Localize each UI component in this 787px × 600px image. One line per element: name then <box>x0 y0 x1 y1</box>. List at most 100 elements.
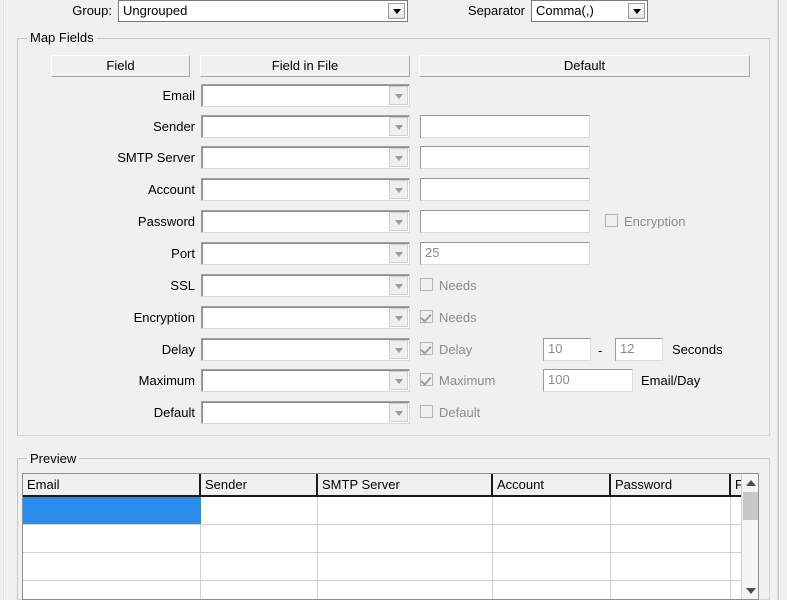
preview-cell-smtp-server-3[interactable] <box>318 581 493 599</box>
preview-grid-header: Email Sender SMTP Server Account Passwor… <box>23 474 758 497</box>
field-label-delay: Delay <box>161 342 195 357</box>
field-combobox-default[interactable] <box>201 401 410 424</box>
checkbox-label-needs-ssl: Needs <box>439 278 477 293</box>
default-input-password[interactable] <box>420 210 590 233</box>
table-row[interactable] <box>23 525 758 553</box>
preview-group-title: Preview <box>27 452 80 466</box>
checkbox-needs-encryption[interactable] <box>420 310 433 323</box>
field-label-encryption: Encryption <box>133 310 195 325</box>
preview-cell-smtp-server-1[interactable] <box>318 525 493 552</box>
field-combobox-maximum-button[interactable] <box>389 371 408 390</box>
checkbox-label-default: Default <box>439 405 481 420</box>
checkbox-needs-ssl[interactable] <box>420 278 433 291</box>
chevron-down-icon <box>394 315 403 321</box>
scroll-down-arrow-icon[interactable] <box>742 582 758 599</box>
default-input-smtp-server[interactable] <box>420 146 590 169</box>
checkbox-encryption-password[interactable] <box>605 214 618 227</box>
header-button-field[interactable]: Field <box>51 55 190 77</box>
separator-combobox-button[interactable] <box>628 3 645 19</box>
preview-cell-email-0[interactable] <box>23 497 201 524</box>
field-combobox-password[interactable] <box>201 210 410 233</box>
separator-combobox[interactable]: Comma(,) <box>531 0 648 22</box>
preview-cell-sender-3[interactable] <box>201 581 318 599</box>
preview-column-header-password[interactable]: Password <box>611 474 731 495</box>
chevron-down-icon <box>394 187 403 193</box>
preview-vertical-scrollbar[interactable] <box>741 474 758 599</box>
chevron-down-icon <box>392 9 401 14</box>
chevron-down-icon <box>632 9 641 14</box>
scroll-up-arrow-icon[interactable] <box>742 474 758 491</box>
checkbox-default[interactable] <box>420 405 433 418</box>
field-combobox-encryption[interactable] <box>201 306 410 329</box>
default-input-port[interactable]: 25 <box>420 242 590 265</box>
field-combobox-port-button[interactable] <box>389 244 408 263</box>
preview-column-header-account[interactable]: Account <box>493 474 611 495</box>
preview-cell-password-0[interactable] <box>611 497 731 524</box>
preview-cell-smtp-server-2[interactable] <box>318 553 493 580</box>
preview-cell-sender-2[interactable] <box>201 553 318 580</box>
field-combobox-email[interactable] <box>201 84 410 107</box>
preview-cell-email-1[interactable] <box>23 525 201 552</box>
preview-cell-account-1[interactable] <box>493 525 611 552</box>
field-combobox-account[interactable] <box>201 178 410 201</box>
field-label-port: Port <box>171 246 195 261</box>
preview-cell-smtp-server-0[interactable] <box>318 497 493 524</box>
field-combobox-delay[interactable] <box>201 338 410 361</box>
scrollbar-thumb[interactable] <box>743 492 758 520</box>
preview-cell-password-3[interactable] <box>611 581 731 599</box>
default-input-account[interactable] <box>420 178 590 201</box>
checkbox-maximum[interactable] <box>420 373 433 386</box>
field-combobox-password-button[interactable] <box>389 212 408 231</box>
table-row[interactable] <box>23 553 758 581</box>
delay-from-value: 10 <box>548 341 563 356</box>
preview-cell-password-2[interactable] <box>611 553 731 580</box>
field-combobox-encryption-button[interactable] <box>389 308 408 327</box>
field-combobox-account-button[interactable] <box>389 180 408 199</box>
field-combobox-email-button[interactable] <box>389 86 408 105</box>
field-combobox-sender-button[interactable] <box>389 117 408 136</box>
field-combobox-ssl[interactable] <box>201 274 410 297</box>
field-combobox-smtp-server[interactable] <box>201 146 410 169</box>
delay-units-label: Seconds <box>672 342 723 357</box>
preview-cell-account-0[interactable] <box>493 497 611 524</box>
checkbox-delay[interactable] <box>420 342 433 355</box>
preview-cell-email-2[interactable] <box>23 553 201 580</box>
maximum-input[interactable]: 100 <box>543 369 633 392</box>
preview-cell-account-3[interactable] <box>493 581 611 599</box>
group-combobox[interactable]: Ungrouped <box>118 0 408 22</box>
preview-column-header-email[interactable]: Email <box>23 474 201 495</box>
checkbox-label-delay: Delay <box>439 342 473 357</box>
field-combobox-delay-button[interactable] <box>389 340 408 359</box>
window-right-edge-c <box>779 0 780 600</box>
preview-column-header-smtp-server[interactable]: SMTP Server <box>318 474 493 495</box>
field-combobox-smtp-server-button[interactable] <box>389 148 408 167</box>
field-combobox-port[interactable] <box>201 242 410 265</box>
preview-cell-sender-1[interactable] <box>201 525 318 552</box>
separator-combobox-value: Comma(,) <box>536 3 594 18</box>
delay-from-input[interactable]: 10 <box>543 338 591 361</box>
field-combobox-ssl-button[interactable] <box>389 276 408 295</box>
preview-grid[interactable]: Email Sender SMTP Server Account Passwor… <box>22 473 759 600</box>
header-button-field-in-file[interactable]: Field in File <box>200 55 410 77</box>
preview-cell-account-2[interactable] <box>493 553 611 580</box>
delay-to-input[interactable]: 12 <box>615 338 663 361</box>
group-combobox-button[interactable] <box>388 3 405 19</box>
preview-cell-email-3[interactable] <box>23 581 201 599</box>
preview-cell-password-1[interactable] <box>611 525 731 552</box>
table-row[interactable] <box>23 497 758 525</box>
delay-to-value: 12 <box>620 341 635 356</box>
table-row[interactable] <box>23 581 758 599</box>
default-input-port-value: 25 <box>425 245 440 260</box>
preview-column-header-sender[interactable]: Sender <box>201 474 318 495</box>
field-label-smtp-server: SMTP Server <box>117 150 195 165</box>
window-left-inner-edge <box>4 0 5 600</box>
default-input-sender[interactable] <box>420 115 590 138</box>
chevron-down-icon <box>394 93 403 99</box>
preview-cell-sender-0[interactable] <box>201 497 318 524</box>
field-combobox-sender[interactable] <box>201 115 410 138</box>
field-combobox-default-button[interactable] <box>389 403 408 422</box>
header-button-default[interactable]: Default <box>419 55 750 77</box>
field-combobox-maximum[interactable] <box>201 369 410 392</box>
field-label-ssl: SSL <box>170 278 195 293</box>
field-label-account: Account <box>148 182 195 197</box>
